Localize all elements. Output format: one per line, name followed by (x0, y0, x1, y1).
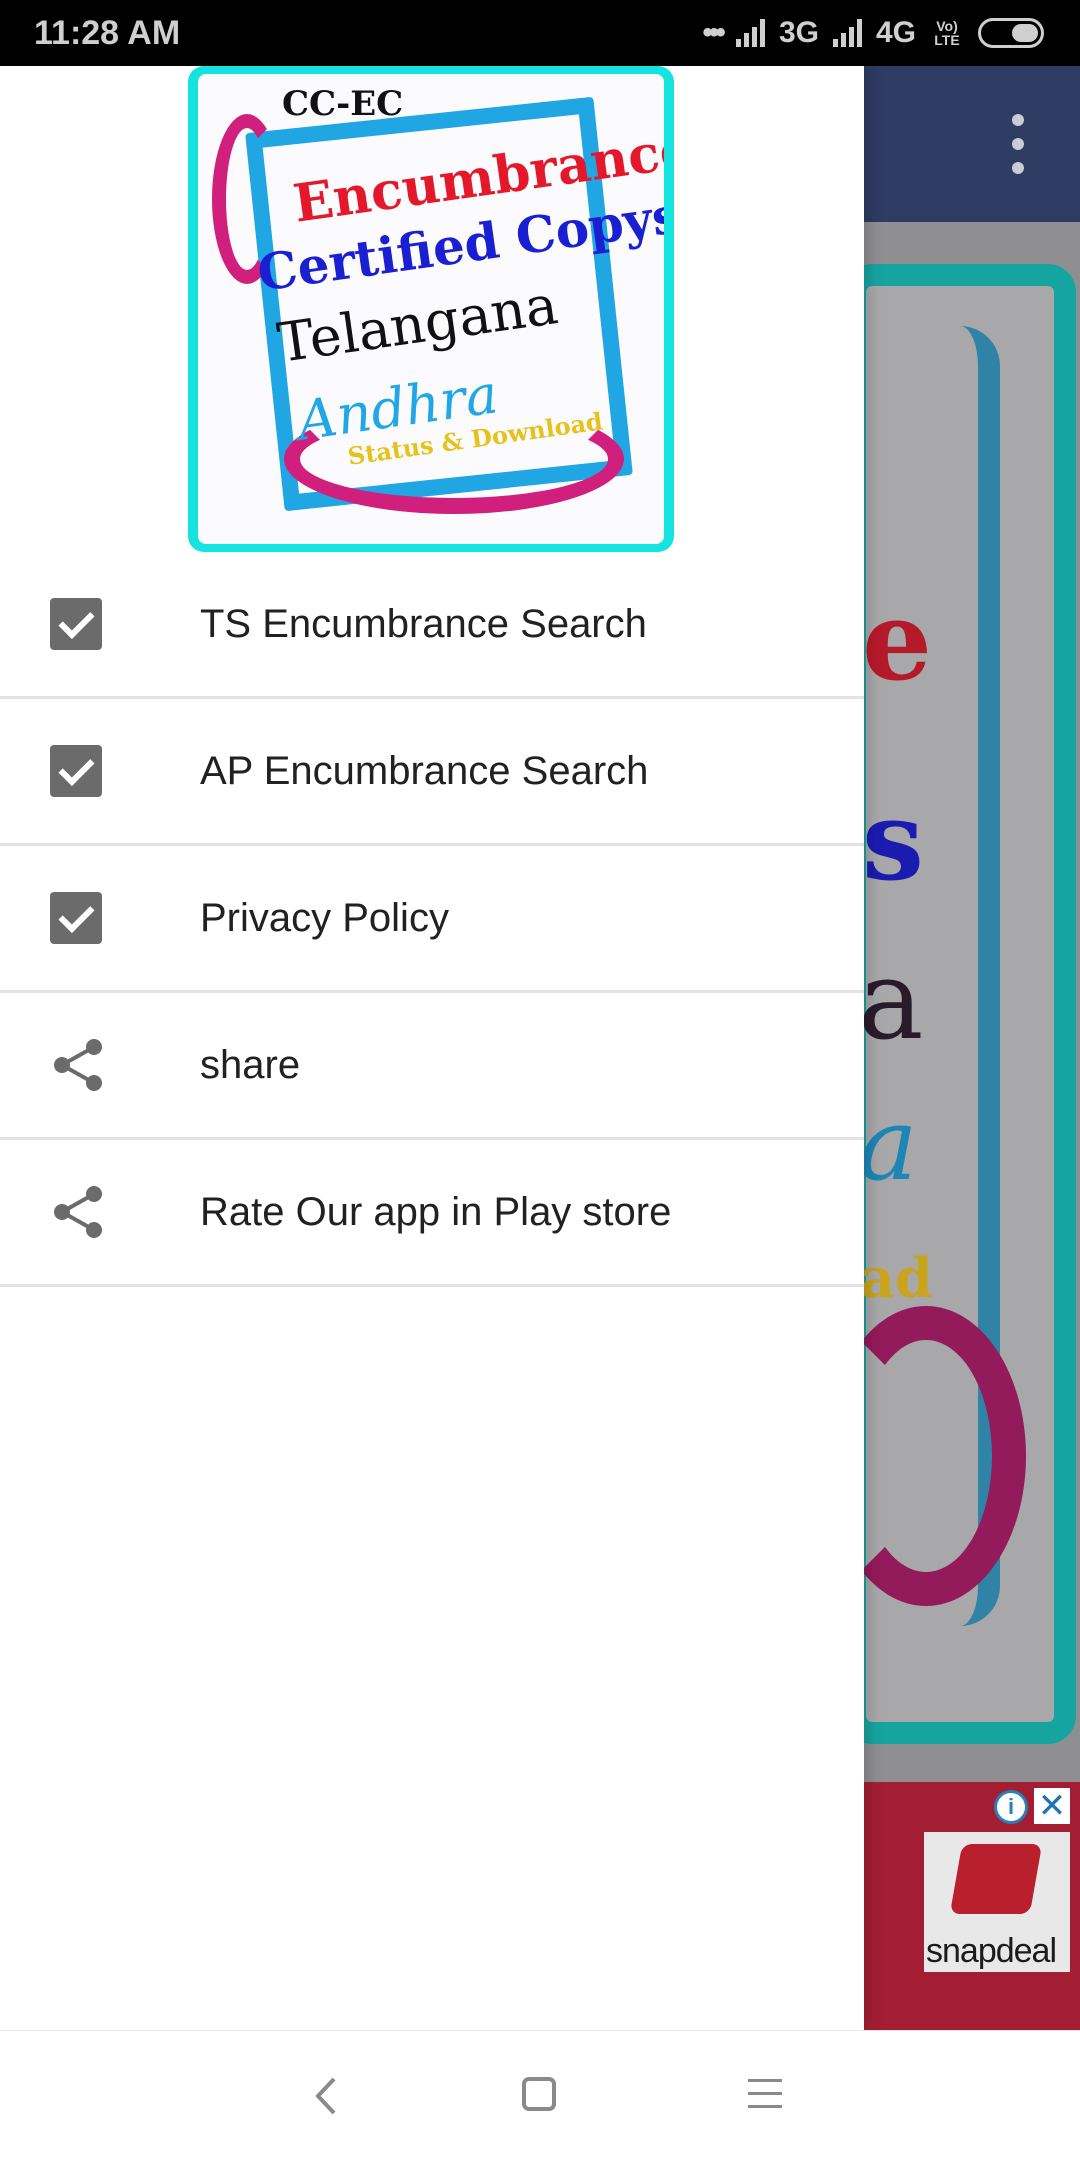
ad-close-icon[interactable]: ✕ (1034, 1788, 1070, 1824)
checkbox-icon (50, 890, 106, 946)
menu-item-privacy-policy[interactable]: Privacy Policy (0, 846, 864, 993)
drawer-menu: TS Encumbrance Search AP Encumbrance Sea… (0, 552, 864, 1287)
menu-item-label: Rate Our app in Play store (200, 1189, 672, 1234)
recents-icon[interactable] (748, 2079, 782, 2109)
app-logo: CC-EC Encumbrance Certified Copys Telang… (188, 66, 674, 552)
status-icons: ••• 3G 4G Vo) LTE (702, 12, 1044, 54)
background-app: e s a a ad snapdeal i ✕ (864, 66, 1080, 2030)
snapdeal-logo-icon (949, 1844, 1043, 1914)
ad-info-icon[interactable]: i (994, 1790, 1028, 1824)
menu-item-label: TS Encumbrance Search (200, 601, 647, 646)
network-3g-label: 3G (778, 16, 819, 49)
overflow-menu-icon[interactable] (1012, 114, 1024, 174)
navigation-drawer: CC-EC Encumbrance Certified Copys Telang… (0, 66, 864, 2030)
battery-icon (978, 18, 1044, 48)
menu-item-ap-encumbrance-search[interactable]: AP Encumbrance Search (0, 699, 864, 846)
status-time: 11:28 AM (34, 14, 181, 52)
background-poster-image: e s a a ad (864, 264, 1076, 1744)
system-nav-bar (0, 2030, 1080, 2160)
home-icon[interactable] (522, 2077, 556, 2111)
share-icon (50, 1184, 106, 1240)
menu-item-ts-encumbrance-search[interactable]: TS Encumbrance Search (0, 552, 864, 699)
dots-icon: ••• (702, 16, 725, 49)
status-bar: 11:28 AM ••• 3G 4G Vo) LTE (0, 0, 1080, 66)
share-icon (50, 1037, 106, 1093)
menu-item-share[interactable]: share (0, 993, 864, 1140)
app-toolbar (864, 66, 1080, 222)
ad-banner[interactable]: snapdeal i ✕ (864, 1782, 1080, 2030)
menu-item-label: share (200, 1042, 301, 1087)
logo-text-ccec: CC-EC (282, 84, 404, 124)
network-4g-label: 4G (875, 16, 916, 49)
volte-label: Vo) LTE (934, 18, 960, 48)
signal-icon (832, 19, 862, 47)
menu-item-rate-app[interactable]: Rate Our app in Play store (0, 1140, 864, 1287)
checkbox-icon (50, 743, 106, 799)
menu-item-label: AP Encumbrance Search (200, 748, 649, 793)
ad-brand: snapdeal (926, 1932, 1057, 1970)
menu-item-label: Privacy Policy (200, 895, 449, 940)
signal-icon (735, 19, 765, 47)
checkbox-icon (50, 596, 106, 652)
back-icon[interactable] (306, 2071, 346, 2121)
